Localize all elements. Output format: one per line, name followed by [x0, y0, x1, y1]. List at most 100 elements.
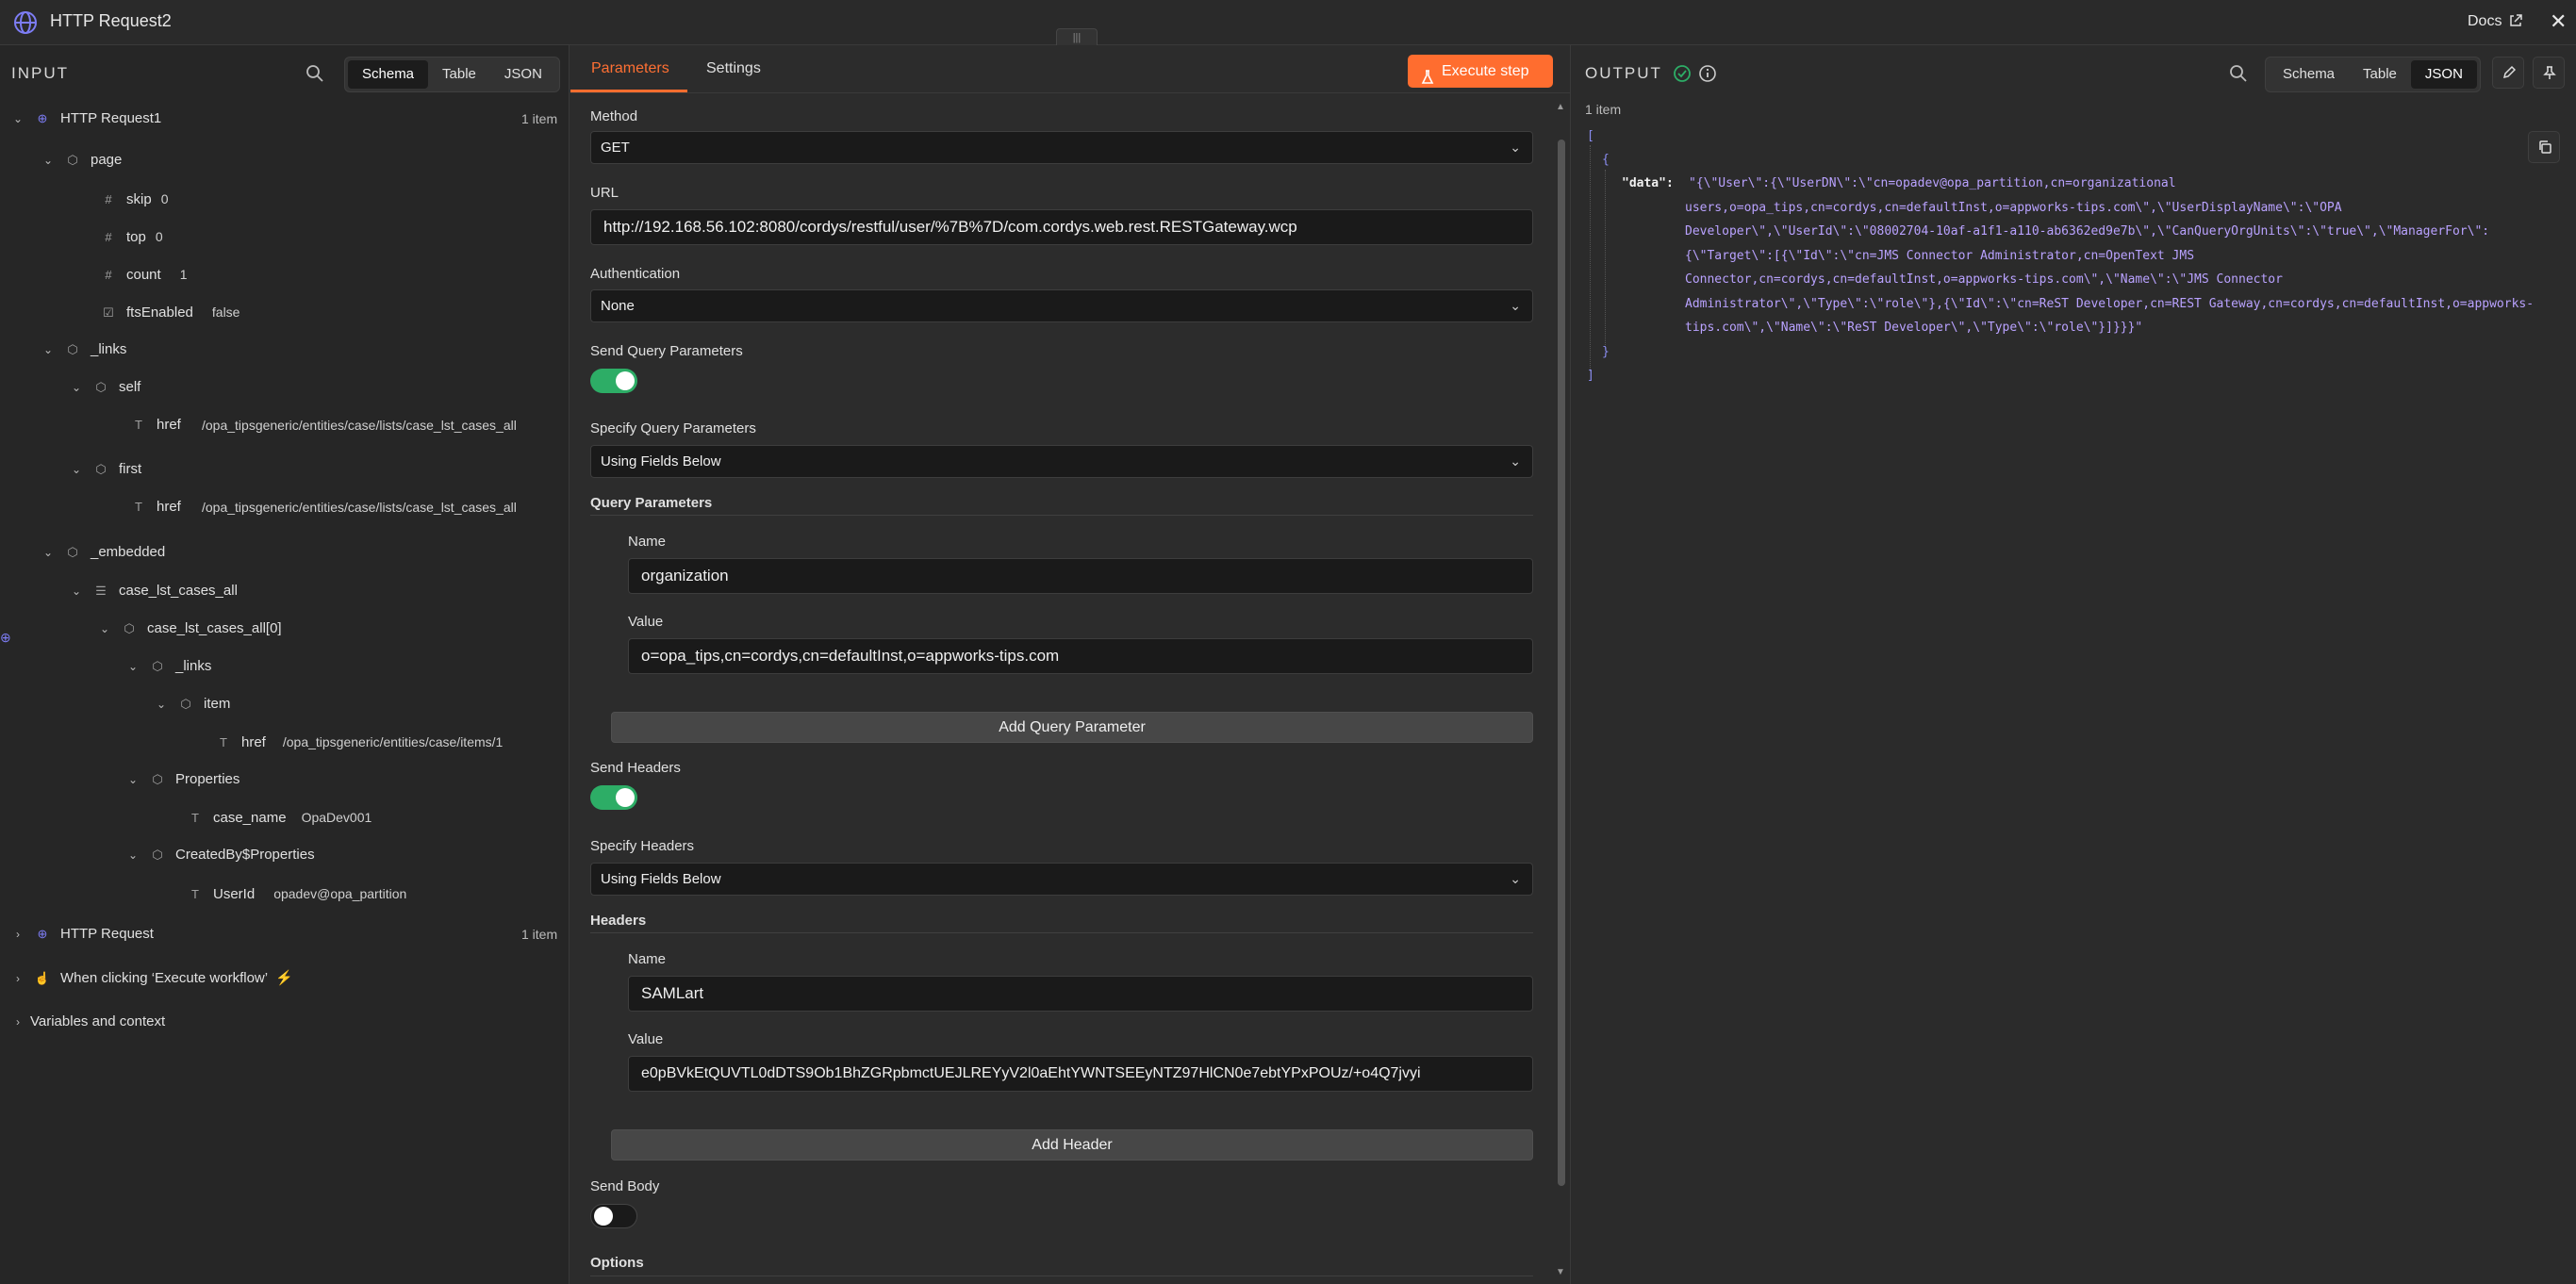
- tree-field-count[interactable]: # count 1: [91, 263, 187, 286]
- tree-node-http-request1[interactable]: ⌄ ⊕ HTTP Request1: [11, 107, 161, 130]
- scroll-up-icon[interactable]: ▲: [1556, 102, 1565, 112]
- input-view-json[interactable]: JSON: [490, 60, 556, 89]
- chevron-down-icon: ⌄: [1510, 140, 1521, 155]
- pin-button[interactable]: [2533, 57, 2565, 89]
- field-value: /opa_tipsgeneric/entities/case/lists/cas…: [202, 418, 517, 433]
- item-count: 1 item: [521, 111, 558, 126]
- chevron-down-icon: ⌄: [1510, 298, 1521, 313]
- json-string-line: tips.com\",\"Name\":\"ReST Developer\",\…: [1685, 321, 2143, 335]
- chevron-right-icon[interactable]: ›: [11, 923, 25, 946]
- chevron-down-icon[interactable]: ⌄: [70, 376, 83, 399]
- tree-label: Properties: [175, 771, 240, 787]
- execute-step-button[interactable]: Execute step: [1408, 55, 1553, 88]
- output-view-schema[interactable]: Schema: [2269, 60, 2349, 89]
- tree-node-properties[interactable]: ⌄ ⬡ Properties: [126, 768, 239, 791]
- add-header-button[interactable]: Add Header: [611, 1129, 1533, 1161]
- chevron-down-icon[interactable]: ⌄: [98, 617, 111, 640]
- chevron-down-icon[interactable]: ⌄: [126, 655, 140, 678]
- scroll-down-icon[interactable]: ▼: [1556, 1267, 1565, 1277]
- search-icon[interactable]: [305, 64, 324, 88]
- chevron-down-icon[interactable]: ⌄: [126, 844, 140, 866]
- text-icon: T: [191, 887, 199, 901]
- tree-node-trigger[interactable]: › ☝ When clicking ‘Execute workflow’ ⚡: [11, 967, 293, 990]
- tree-node-first[interactable]: ⌄ ⬡ first: [70, 458, 141, 481]
- chevron-down-icon[interactable]: ⌄: [70, 580, 83, 602]
- edit-button[interactable]: [2492, 57, 2524, 89]
- add-query-parameter-button[interactable]: Add Query Parameter: [611, 712, 1533, 743]
- external-link-icon[interactable]: [2508, 13, 2523, 33]
- query-value-input[interactable]: o=opa_tips,cn=cordys,cn=defaultInst,o=ap…: [628, 638, 1533, 674]
- tree-field-first-href[interactable]: Thref: [121, 496, 181, 519]
- method-select[interactable]: GET ⌄: [590, 131, 1533, 164]
- header-value-input[interactable]: e0pBVkEtQUVTL0dDTS9Ob1BhZGRpbmctUEJLREYy…: [628, 1056, 1533, 1092]
- authentication-select[interactable]: None ⌄: [590, 289, 1533, 322]
- field-key: href: [157, 417, 181, 433]
- chevron-down-icon[interactable]: ⌄: [70, 458, 83, 481]
- scroll-thumb[interactable]: [1558, 140, 1565, 1186]
- chevron-down-icon[interactable]: ⌄: [126, 768, 140, 791]
- node-title[interactable]: HTTP Request2: [50, 11, 172, 31]
- tab-settings[interactable]: Settings: [706, 60, 761, 77]
- tree-node-embedded[interactable]: ⌄ ⬡ _embedded: [41, 541, 165, 564]
- chevron-down-icon[interactable]: ⌄: [41, 541, 55, 564]
- chevron-down-icon[interactable]: ⌄: [41, 338, 55, 361]
- scrollbar[interactable]: ▲ ▼: [1556, 102, 1567, 1280]
- specify-query-select[interactable]: Using Fields Below ⌄: [590, 445, 1533, 478]
- tree-field-case-name[interactable]: Tcase_name OpaDev001: [177, 806, 372, 829]
- chevron-down-icon[interactable]: ⌄: [155, 693, 168, 716]
- tree-node-http-request[interactable]: › ⊕ HTTP Request: [11, 923, 154, 946]
- json-string-line: Administrator\",\"Type\":\"role\"},{\"Id…: [1685, 297, 2535, 311]
- tree-node-item-links[interactable]: ⌄ ⬡ _links: [126, 655, 211, 678]
- send-headers-toggle[interactable]: [590, 785, 637, 810]
- json-string-line: "{\"User\":{\"UserDN\":\"cn=opadev@opa_p…: [1689, 176, 2176, 190]
- text-icon: T: [135, 418, 142, 432]
- tree-node-createdby[interactable]: ⌄ ⬡ CreatedBy$Properties: [126, 844, 315, 866]
- tree-node-case-item0[interactable]: ⌄ ⬡ case_lst_cases_all[0]: [98, 617, 282, 640]
- url-label: URL: [590, 185, 619, 201]
- number-icon: #: [105, 268, 112, 282]
- send-query-toggle[interactable]: [590, 369, 637, 393]
- query-name-input[interactable]: organization: [628, 558, 1533, 594]
- panel-edge-icon[interactable]: ⊕: [0, 630, 11, 646]
- input-view-schema[interactable]: Schema: [348, 60, 429, 89]
- input-view-table[interactable]: Table: [428, 60, 490, 89]
- tree-node-item[interactable]: ⌄ ⬡ item: [155, 693, 230, 716]
- field-value: OpaDev001: [301, 810, 372, 825]
- tree-field-userid[interactable]: T UserId opadev@opa_partition: [177, 882, 406, 905]
- tree-node-case-list[interactable]: ⌄ ☰ case_lst_cases_all: [70, 580, 238, 602]
- toggle-knob: [616, 788, 635, 807]
- chevron-right-icon[interactable]: ›: [11, 1011, 25, 1033]
- specify-headers-select[interactable]: Using Fields Below ⌄: [590, 863, 1533, 896]
- chevron-down-icon[interactable]: ⌄: [41, 149, 55, 172]
- drag-handle[interactable]: |||: [1056, 28, 1098, 45]
- close-icon[interactable]: ✕: [2550, 9, 2567, 34]
- tree-node-page[interactable]: ⌄ ⬡ page: [41, 149, 122, 172]
- lightning-icon: ⚡: [275, 970, 293, 986]
- tab-parameters[interactable]: Parameters: [591, 60, 669, 77]
- send-body-toggle[interactable]: [590, 1204, 637, 1228]
- field-value: opadev@opa_partition: [273, 886, 407, 901]
- tree-node-self[interactable]: ⌄ ⬡ self: [70, 376, 140, 399]
- chevron-down-icon[interactable]: ⌄: [11, 107, 25, 130]
- tree-field-item-href[interactable]: Thref/opa_tipsgeneric/entities/case/item…: [206, 731, 503, 753]
- output-view-table[interactable]: Table: [2349, 60, 2411, 89]
- tree-field-skip[interactable]: # skip 0: [91, 188, 168, 210]
- field-key: href: [241, 734, 266, 750]
- url-input[interactable]: http://192.168.56.102:8080/cordys/restfu…: [590, 209, 1533, 245]
- tree-field-self-href[interactable]: Thref: [121, 414, 181, 436]
- chevron-right-icon[interactable]: ›: [11, 967, 25, 990]
- tree-field-ftsenabled[interactable]: ☑ ftsEnabled false: [91, 301, 239, 323]
- docs-link[interactable]: Docs: [2468, 13, 2502, 30]
- header-name-input[interactable]: SAMLart: [628, 976, 1533, 1012]
- tree-node-links[interactable]: ⌄ ⬡ _links: [41, 338, 126, 361]
- search-icon[interactable]: [2229, 64, 2248, 88]
- object-icon: ⬡: [152, 772, 163, 786]
- tree-field-top[interactable]: # top 0: [91, 225, 162, 248]
- tree-label: HTTP Request: [60, 926, 154, 942]
- copy-button[interactable]: [2528, 131, 2560, 163]
- headers-section-label: Headers: [590, 913, 647, 929]
- send-query-label: Send Query Parameters: [590, 343, 743, 359]
- info-icon[interactable]: [1698, 64, 1717, 88]
- output-view-json[interactable]: JSON: [2410, 60, 2477, 89]
- tree-node-variables[interactable]: › Variables and context: [11, 1011, 165, 1033]
